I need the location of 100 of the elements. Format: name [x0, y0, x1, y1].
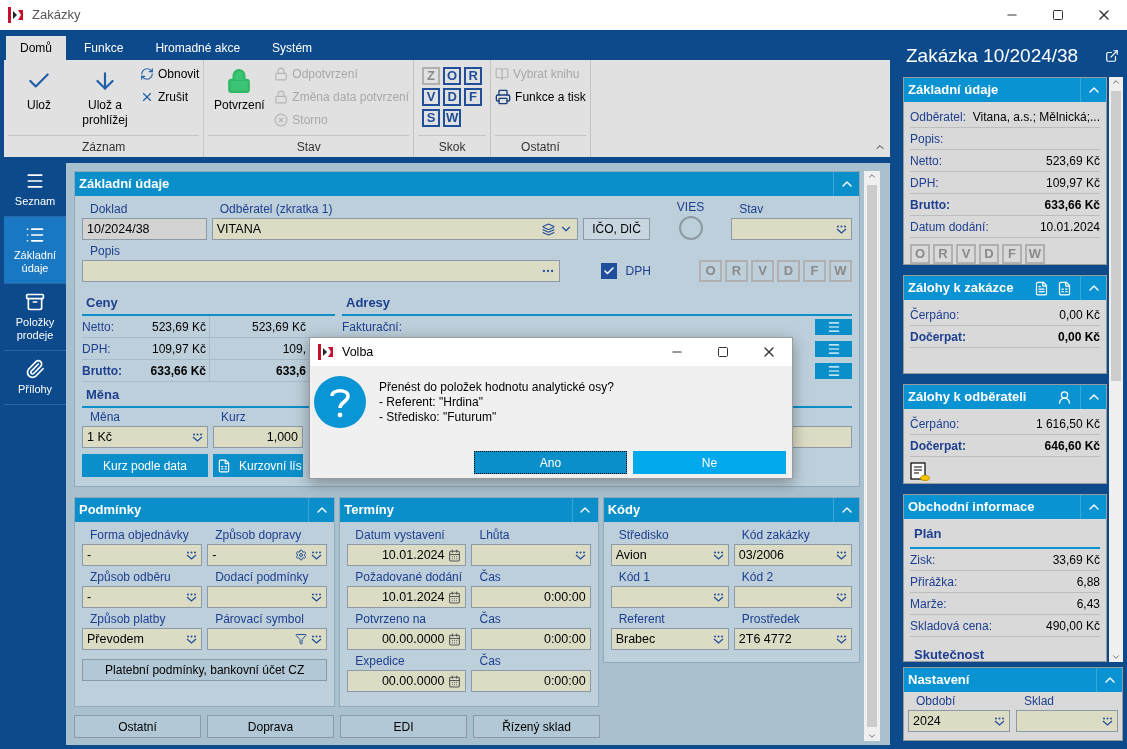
- input-field[interactable]: [471, 544, 591, 566]
- dropdown-icon[interactable]: [836, 224, 847, 234]
- input-field[interactable]: [207, 586, 328, 608]
- dropdown-icon[interactable]: [994, 716, 1005, 726]
- input-field[interactable]: Brabec: [610, 628, 729, 650]
- lock-icon[interactable]: [226, 68, 253, 94]
- scroll-thumb[interactable]: [867, 185, 877, 727]
- menu-button[interactable]: [815, 341, 852, 357]
- input-field[interactable]: 1,000: [213, 426, 303, 448]
- document-icon[interactable]: [1034, 280, 1049, 296]
- menu-button[interactable]: [815, 363, 852, 379]
- dropdown-icon[interactable]: [186, 592, 198, 602]
- input-field[interactable]: [1016, 710, 1118, 732]
- dropdown-icon[interactable]: [712, 592, 724, 602]
- readonly-field[interactable]: 10/2024/38: [82, 218, 207, 240]
- scroll-down-icon[interactable]: [1111, 652, 1121, 662]
- ribbon-button[interactable]: Funkce a tisk: [495, 87, 586, 107]
- dropdown-icon[interactable]: [836, 592, 847, 602]
- jump-letter-button[interactable]: F: [464, 88, 483, 106]
- tab-button[interactable]: Řízený sklad: [473, 715, 600, 738]
- settings-icon[interactable]: [295, 549, 308, 561]
- tab-button[interactable]: Ostatní: [74, 715, 201, 738]
- ribbon-button[interactable]: Zrušit: [140, 87, 200, 107]
- printer-icon[interactable]: [495, 89, 512, 105]
- input-field[interactable]: 03/2006: [733, 544, 852, 566]
- ico-dic-button[interactable]: IČO, DIČ: [583, 218, 650, 240]
- calendar-icon[interactable]: [448, 632, 462, 646]
- ribbon-tab[interactable]: Domů: [6, 36, 66, 60]
- input-field[interactable]: 0:00:00: [471, 586, 591, 608]
- jump-letter-button[interactable]: D: [443, 88, 462, 106]
- calendar-icon[interactable]: [448, 548, 462, 562]
- input-field[interactable]: 10.01.2024: [347, 544, 467, 566]
- calendar-icon[interactable]: [448, 590, 462, 604]
- list-icon[interactable]: [25, 225, 45, 245]
- menu-icon[interactable]: [25, 171, 45, 191]
- scroll-down-icon[interactable]: [867, 731, 877, 741]
- jump-letter-button[interactable]: W: [443, 109, 462, 127]
- jump-letter-button[interactable]: V: [422, 88, 441, 106]
- archive-icon[interactable]: [25, 292, 45, 312]
- scroll-up-icon[interactable]: [1111, 77, 1121, 87]
- scroll-thumb[interactable]: [1111, 91, 1121, 381]
- input-field[interactable]: Avion: [610, 544, 729, 566]
- maximize-icon[interactable]: [1052, 9, 1064, 21]
- report-icon[interactable]: [217, 458, 231, 473]
- input-field[interactable]: [731, 218, 852, 240]
- ribbon-button[interactable]: Ulož a prohlížej: [74, 64, 136, 135]
- input-field[interactable]: 0:00:00: [471, 628, 591, 650]
- person-icon[interactable]: [1057, 389, 1072, 405]
- scroll-up-icon[interactable]: [867, 171, 877, 181]
- dialog-button[interactable]: Ano: [474, 451, 627, 474]
- scrollbar[interactable]: [1109, 77, 1123, 662]
- dropdown-icon[interactable]: [311, 550, 323, 560]
- input-field[interactable]: 0:00:00: [471, 670, 591, 692]
- payment-terms-button[interactable]: Platební podmínky, bankovní účet CZ: [82, 659, 328, 681]
- dropdown-icon[interactable]: [192, 432, 203, 442]
- ribbon-button[interactable]: Potvrzení: [208, 64, 271, 135]
- input-field[interactable]: [82, 260, 560, 282]
- dropdown-icon[interactable]: [1102, 716, 1113, 726]
- invoice-coins-icon[interactable]: [910, 462, 930, 482]
- input-field[interactable]: 00.00.0000: [347, 670, 467, 692]
- rate-by-date-button[interactable]: Kurz podle data: [82, 454, 208, 477]
- input-field[interactable]: [733, 586, 852, 608]
- scrollbar[interactable]: [864, 171, 880, 741]
- jump-letter-button[interactable]: O: [443, 67, 462, 85]
- dropdown-icon[interactable]: [574, 550, 586, 560]
- filter-icon[interactable]: [295, 633, 308, 645]
- dropdown-icon[interactable]: [311, 634, 323, 644]
- stack-icon[interactable]: [542, 222, 556, 236]
- pop-out-icon[interactable]: [1105, 49, 1119, 63]
- input-field[interactable]: [207, 628, 328, 650]
- input-field[interactable]: 00.00.0000: [347, 628, 467, 650]
- dropdown-icon[interactable]: [836, 634, 847, 644]
- input-field[interactable]: 2024: [908, 710, 1010, 732]
- jump-letter-button[interactable]: S: [422, 109, 441, 127]
- ribbon-button[interactable]: Ulož: [8, 64, 70, 135]
- ribbon-button[interactable]: Obnovit: [140, 64, 200, 84]
- refresh-icon[interactable]: [140, 67, 154, 81]
- input-field[interactable]: -: [82, 544, 203, 566]
- input-field[interactable]: 1 Kč: [82, 426, 208, 448]
- input-field[interactable]: -: [207, 544, 328, 566]
- input-field[interactable]: Převodem: [82, 628, 203, 650]
- input-field[interactable]: -: [82, 586, 203, 608]
- dropdown-icon[interactable]: [712, 550, 724, 560]
- maximize-icon[interactable]: [717, 346, 729, 358]
- nav-item[interactable]: Základní údaje: [4, 217, 66, 284]
- dropdown-icon[interactable]: [311, 592, 323, 602]
- paperclip-icon[interactable]: [25, 359, 45, 379]
- ribbon-tab[interactable]: Systém: [258, 36, 327, 60]
- ribbon-tab[interactable]: Funkce: [70, 36, 138, 60]
- input-field[interactable]: 10.01.2024: [347, 586, 467, 608]
- rate-list-button[interactable]: Kurzovní lís: [213, 454, 303, 477]
- tab-button[interactable]: EDI: [340, 715, 467, 738]
- jump-letter-button[interactable]: R: [464, 67, 483, 85]
- ribbon-tab[interactable]: Hromadné akce: [141, 36, 255, 60]
- tab-button[interactable]: Doprava: [207, 715, 334, 738]
- input-field[interactable]: [610, 586, 729, 608]
- spreadsheet-icon[interactable]: [1057, 280, 1072, 296]
- dropdown-icon[interactable]: [186, 634, 198, 644]
- dropdown-icon[interactable]: [712, 634, 724, 644]
- calendar-icon[interactable]: [448, 674, 462, 688]
